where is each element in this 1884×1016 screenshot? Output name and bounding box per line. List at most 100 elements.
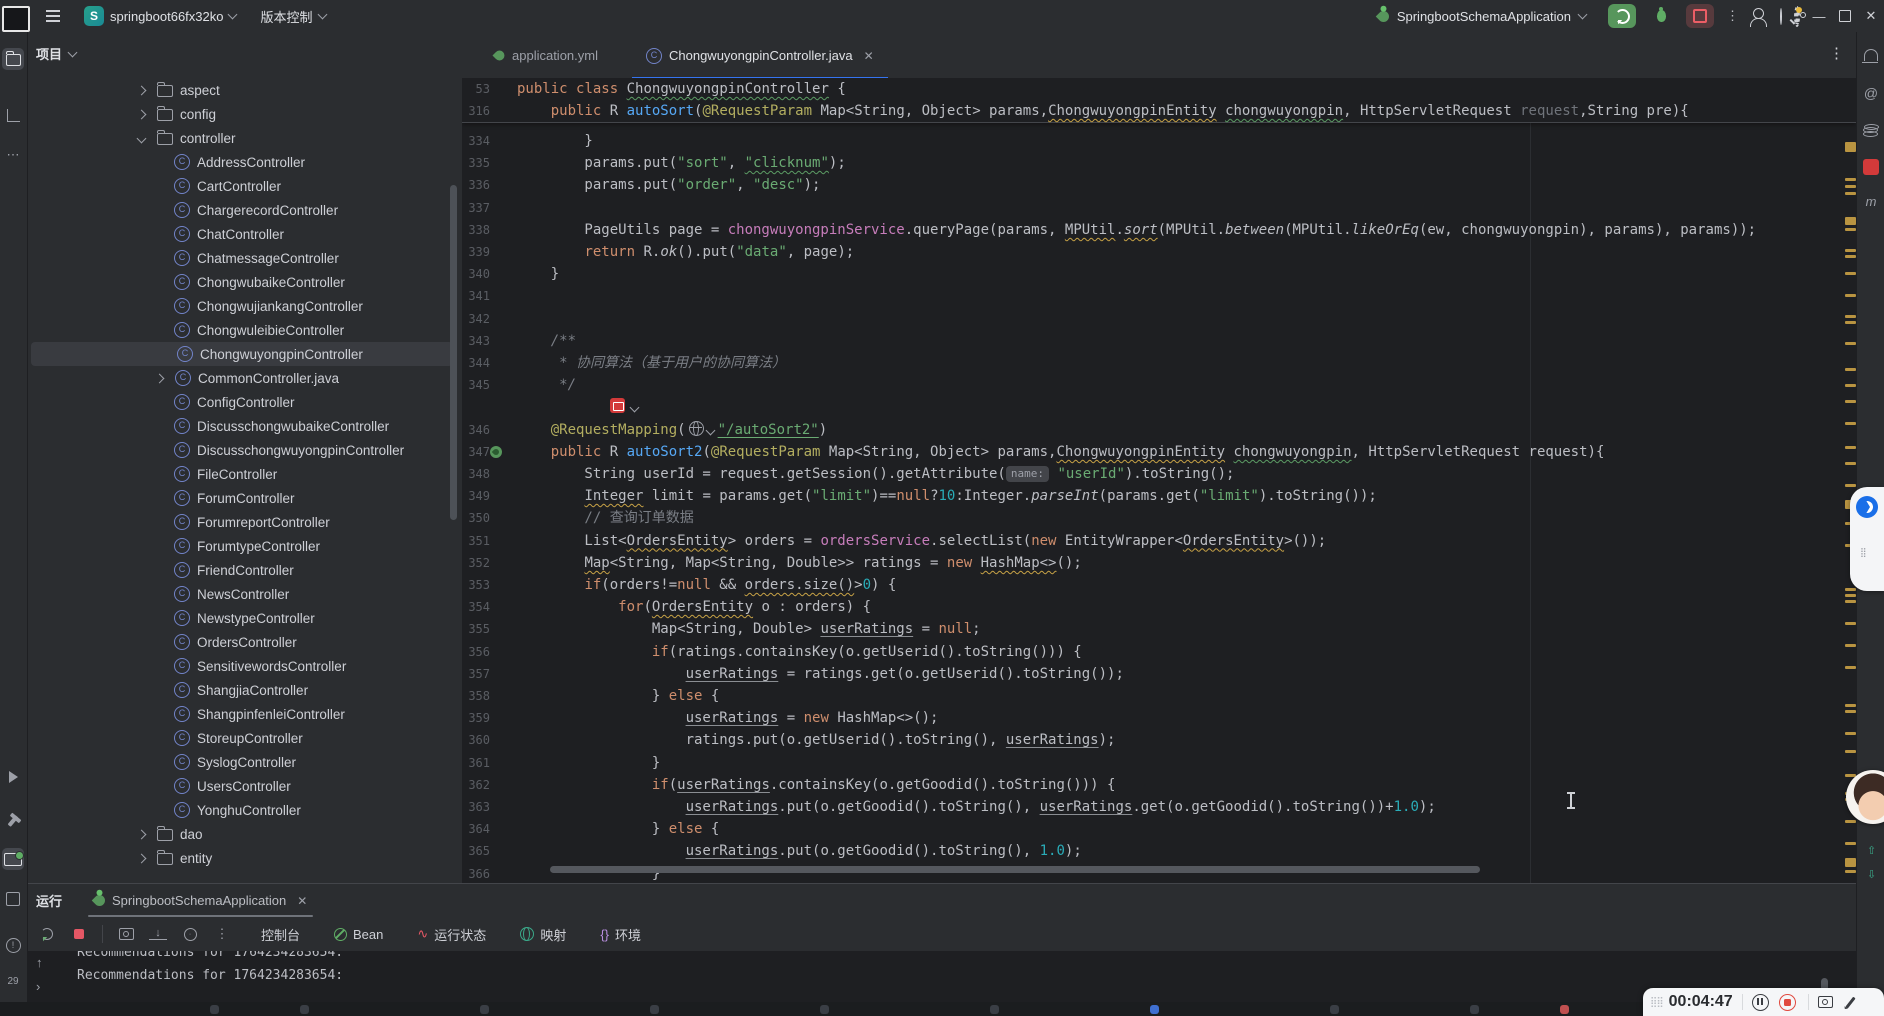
error-stripe-mark[interactable] (1845, 666, 1856, 669)
database-toolwindow-button[interactable] (1860, 120, 1882, 142)
chevron-down-icon[interactable] (137, 133, 147, 143)
code-line-340[interactable]: 340 } (462, 263, 1856, 285)
chevron-right-icon[interactable] (137, 853, 147, 863)
taskbar-app-icon[interactable] (300, 1005, 309, 1014)
error-stripe-mark[interactable] (1845, 228, 1856, 231)
tree-item-NewsController[interactable]: CNewsController (28, 582, 462, 606)
taskbar-app-icon[interactable] (1150, 1005, 1159, 1014)
debug-button[interactable] (1648, 4, 1674, 28)
error-stripe-mark[interactable] (1845, 384, 1856, 387)
tree-item-DiscusschongwuyongpinController[interactable]: CDiscusschongwuyongpinController (28, 438, 462, 462)
run-view-tab-映射[interactable]: 映射 (514, 925, 572, 944)
run-view-tab-控制台[interactable]: 控制台 (255, 925, 306, 944)
error-stripe-mark[interactable] (1845, 255, 1856, 258)
code-line-364[interactable]: 364 } else { (462, 818, 1856, 840)
tab-options-button[interactable]: ⋮ (1829, 44, 1844, 62)
error-stripe-mark[interactable] (1845, 644, 1856, 647)
tree-item-SensitivewordsController[interactable]: CSensitivewordsController (28, 654, 462, 678)
close-icon[interactable]: ✕ (297, 894, 307, 908)
code-line-363[interactable]: 363 userRatings.put(o.getGoodid().toStri… (462, 796, 1856, 818)
project-tree-scrollbar[interactable] (450, 185, 457, 520)
tree-item-ChongwuleibieController[interactable]: CChongwuleibieController (28, 318, 462, 342)
code-line-336[interactable]: 336 params.put("order", "desc"); (462, 174, 1856, 196)
editor-tab-ChongwuyongpinController.java[interactable]: CChongwuyongpinController.java✕ (632, 34, 888, 77)
tree-item-ForumController[interactable]: CForumController (28, 486, 462, 510)
plugin-inlay-badge-icon[interactable] (610, 398, 625, 413)
minimize-button[interactable]: — (1812, 9, 1826, 24)
project-panel-header[interactable]: 项目 (36, 44, 76, 63)
maven-toolwindow-button[interactable]: m (1860, 190, 1882, 212)
tree-item-NewstypeController[interactable]: CNewstypeController (28, 606, 462, 630)
run-toolwindow-button[interactable] (2, 766, 24, 788)
tree-item-dao[interactable]: dao (28, 822, 462, 846)
console-output[interactable]: ↑ › Recommendations for 1764234283654:Re… (28, 951, 1856, 1003)
run-tab[interactable]: SpringbootSchemaApplication ✕ (88, 884, 313, 917)
tree-item-UsersController[interactable]: CUsersController (28, 774, 462, 798)
drag-handle-icon[interactable]: ⣿ (1860, 549, 1868, 556)
code-line-362[interactable]: 362 if(userRatings.containsKey(o.getGood… (462, 774, 1856, 796)
code-line-344[interactable]: 344 * 协同算法（基于用户的协同算法） (462, 352, 1856, 374)
tree-item-config[interactable]: config (28, 102, 462, 126)
code-line-352[interactable]: 352 Map<String, Map<String, Double>> rat… (462, 552, 1856, 574)
more-toolwindows-button[interactable]: ⋯ (2, 144, 24, 166)
expand-icon[interactable]: › (36, 979, 40, 994)
pause-button[interactable] (1752, 994, 1769, 1011)
code-line-348[interactable]: 348 String userId = request.getSession()… (462, 463, 1856, 485)
recorder-pencil-button[interactable] (1845, 996, 1855, 1008)
horizontal-scrollbar[interactable] (550, 866, 1480, 873)
code-line-347[interactable]: 347 public R autoSort2(@RequestParam Map… (462, 441, 1856, 463)
error-stripe-mark[interactable] (1845, 750, 1856, 753)
chevron-right-icon[interactable] (137, 85, 147, 95)
tree-item-ChatController[interactable]: CChatController (28, 222, 462, 246)
code-line-341[interactable]: 341 (462, 285, 1856, 307)
scroll-to-end-button[interactable]: ↓ (149, 928, 167, 940)
close-icon[interactable]: ✕ (864, 49, 874, 63)
error-stripe-mark[interactable] (1845, 294, 1856, 297)
taskbar-app-icon[interactable] (650, 1005, 659, 1014)
tree-item-OrdersController[interactable]: COrdersController (28, 630, 462, 654)
tree-item-ChongwujiankangController[interactable]: CChongwujiankangController (28, 294, 462, 318)
taskbar-app-icon[interactable] (1560, 1005, 1569, 1014)
edit-config-button[interactable]: · (181, 928, 199, 941)
project-toolwindow-button[interactable] (2, 48, 24, 70)
tree-item-AddressController[interactable]: CAddressController (28, 150, 462, 174)
code-line-345[interactable]: 345 */ (462, 374, 1856, 396)
tree-item-ChargerecordController[interactable]: CChargerecordController (28, 198, 462, 222)
code-line-342[interactable]: 342 (462, 308, 1856, 330)
sticky-line-316[interactable]: 316 public R autoSort(@RequestParam Map<… (462, 100, 1856, 122)
taskbar-app-icon[interactable] (480, 1005, 489, 1014)
url-mapping-inlay-icon[interactable] (689, 421, 704, 436)
code-line-359[interactable]: 359 userRatings = new HashMap<>(); (462, 707, 1856, 729)
console-more-button[interactable]: ⋮ (213, 926, 231, 942)
tree-item-ForumtypeController[interactable]: CForumtypeController (28, 534, 462, 558)
tree-item-entity[interactable]: entity (28, 846, 462, 870)
tree-item-ChongwubaikeController[interactable]: CChongwubaikeController (28, 270, 462, 294)
code-line-358[interactable]: 358 } else { (462, 685, 1856, 707)
code-line-365[interactable]: 365 userRatings.put(o.getGoodid().toStri… (462, 840, 1856, 862)
tree-item-ShangpinfenleiController[interactable]: CShangpinfenleiController (28, 702, 462, 726)
code-line-335[interactable]: 335 params.put("sort", "clicknum"); (462, 152, 1856, 174)
services-toolwindow-button[interactable] (2, 888, 24, 910)
error-stripe-mark[interactable] (1845, 272, 1856, 275)
tree-item-ChatmessageController[interactable]: CChatmessageController (28, 246, 462, 270)
main-menu-button[interactable] (36, 4, 70, 28)
floating-assistant-pill[interactable]: ⣿ (1850, 487, 1884, 591)
chevron-right-icon[interactable] (137, 829, 147, 839)
tree-item-ForumreportController[interactable]: CForumreportController (28, 510, 462, 534)
stop-console-button[interactable] (70, 929, 88, 939)
tree-item-FriendController[interactable]: CFriendController (28, 558, 462, 582)
error-stripe-mark[interactable] (1845, 321, 1856, 324)
error-stripe-mark[interactable] (1845, 142, 1856, 152)
error-stripe-mark[interactable] (1845, 217, 1856, 225)
taskbar-app-icon[interactable] (820, 1005, 829, 1014)
build-toolwindow-button[interactable] (2, 810, 24, 832)
code-line-350[interactable]: 350 // 查询订单数据 (462, 507, 1856, 529)
ai-assistant-button[interactable]: @ (1860, 82, 1882, 104)
spring-mapping-gutter-icon[interactable] (490, 446, 502, 458)
error-stripe-mark[interactable] (1845, 315, 1856, 318)
error-stripe-mark[interactable] (1845, 588, 1856, 591)
tree-item-CommonController.java[interactable]: CCommonController.java (28, 366, 462, 390)
screenshot-button[interactable] (117, 928, 135, 940)
todo-toolwindow-button[interactable]: 29 (2, 970, 24, 992)
tree-item-CartController[interactable]: CCartController (28, 174, 462, 198)
